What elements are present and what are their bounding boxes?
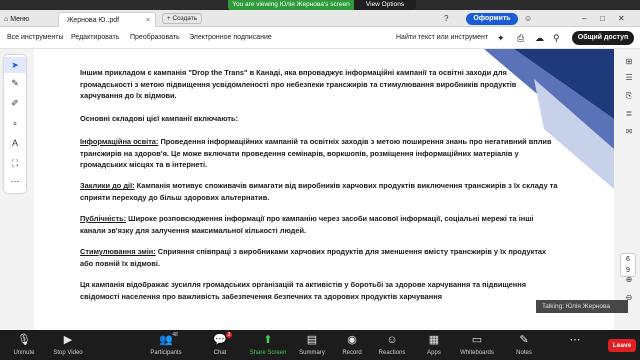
unmute-button[interactable]: 🎙 Unmute <box>2 330 46 360</box>
pen-icon[interactable]: ✐ <box>4 95 26 111</box>
menu-tab[interactable]: ⌂ Меню <box>4 12 38 27</box>
paragraph-conclusion: Ця кампанія відображає зусилля громадськ… <box>80 280 527 301</box>
item-heading: Інформаційна освіта: <box>80 137 159 146</box>
thumbnails-icon[interactable]: ☰ <box>618 73 640 82</box>
apps-button[interactable]: ▦ Apps <box>412 330 456 360</box>
more-icon: ⋯ <box>569 334 581 346</box>
comment-icon[interactable]: ✎ <box>4 75 26 91</box>
subscribe-button[interactable]: Оформить <box>466 13 518 25</box>
record-button[interactable]: ◉ Record <box>330 330 374 360</box>
share-screen-icon: ⬆ <box>263 334 273 346</box>
more-button[interactable]: ⋯ <box>560 330 590 360</box>
edit-menu[interactable]: Редактировать <box>71 27 119 49</box>
minimize-icon[interactable]: – <box>582 10 586 27</box>
ai-assistant-icon[interactable]: ✦ <box>497 27 505 49</box>
list-item-education: Інформаційна освіта: Проведення інформац… <box>80 137 552 169</box>
text-box-icon[interactable]: A <box>4 135 26 151</box>
tab-bar: ⌂ Меню Жернова Ю..pdf × + Создать ? Оформ… <box>0 10 640 27</box>
link-icon[interactable]: ⚲ <box>553 27 560 49</box>
reactions-icon: ☺ <box>386 334 398 346</box>
participants-icon: 👥 <box>159 334 173 346</box>
list-item-change: Стимулювання змін: Сприяння співпраці з … <box>80 247 547 268</box>
chat-button[interactable]: 💬 3 Chat <box>198 330 242 360</box>
cloud-upload-icon[interactable]: ☁ <box>535 27 544 49</box>
esign-menu[interactable]: Электронное подписание <box>189 27 272 49</box>
pdf-page: Іншим прикладом є кампанія "Drop the Tra… <box>34 49 614 330</box>
share-screen-button[interactable]: ⬆ Share Screen <box>246 330 290 360</box>
right-rail: ⊞ ☰ ⎘ ≣ ✉ ⊕ ⊖ <box>618 49 640 330</box>
document-area: ➤ ✎ ✐ ∘ A ⛶ ⋯ Іншим прикладом є кампанія… <box>0 49 640 330</box>
summary-button[interactable]: ▤ Summary <box>290 330 334 360</box>
maximize-icon[interactable]: □ <box>600 10 605 27</box>
record-icon: ◉ <box>347 334 357 346</box>
document-tab[interactable]: Жернова Ю..pdf × <box>58 12 156 27</box>
whiteboards-button[interactable]: ▭ Whiteboards <box>452 330 502 360</box>
apps-icon: ▦ <box>428 334 440 346</box>
bookmark-icon[interactable]: ⊞ <box>618 57 640 66</box>
whiteboard-icon: ▭ <box>471 334 483 346</box>
share-document-button[interactable]: Общий доступ <box>572 31 634 45</box>
toolbar: Все инструменты Редактировать Преобразов… <box>0 27 640 49</box>
notes-icon: ✎ <box>519 334 529 346</box>
layers-icon[interactable]: ≣ <box>618 109 640 118</box>
list-item-calls: Заклики до дії: Кампанія мотивує спожива… <box>80 181 558 202</box>
print-icon[interactable]: ⎙ <box>517 27 524 49</box>
meeting-controls: 🎙 Unmute ▶ Stop Video 👥 48 Participants 💬 3 Ch… <box>0 330 640 360</box>
view-options-button[interactable]: View Options <box>354 0 416 10</box>
attachment-icon[interactable]: ⎘ <box>618 91 640 101</box>
viewing-status: You are viewing Юлія Жернова's screen <box>228 0 354 10</box>
close-icon[interactable]: × <box>146 13 150 28</box>
item-heading: Публічність: <box>80 214 127 223</box>
item-heading: Стимулювання змін: <box>80 247 156 256</box>
reactions-button[interactable]: ☺ Reactions <box>370 330 414 360</box>
more-icon[interactable]: ⋯ <box>4 173 26 189</box>
participants-button[interactable]: 👥 48 Participants <box>144 330 188 360</box>
list-item-publicity: Публічність: Широке розповсюдження інфор… <box>80 214 534 235</box>
search-tools-input[interactable]: Найти текст или инструмент <box>396 27 488 49</box>
microphone-muted-icon: 🎙 <box>17 334 31 346</box>
stamp-icon[interactable]: ⛶ <box>4 155 26 171</box>
convert-menu[interactable]: Преобразовать <box>130 27 180 49</box>
chat-icon: 💬 <box>213 334 227 346</box>
tools-rail: ➤ ✎ ✐ ∘ A ⛶ ⋯ <box>4 55 26 193</box>
comments-panel-icon[interactable]: ✉ <box>618 127 640 136</box>
page-number-indicator[interactable]: 69 <box>620 253 636 277</box>
help-icon[interactable]: ? <box>444 10 448 27</box>
select-icon[interactable]: ➤ <box>4 57 26 73</box>
video-camera-icon: ▶ <box>63 334 73 346</box>
new-tab-button[interactable]: + Создать <box>162 13 202 24</box>
leave-button[interactable]: Leave <box>608 339 636 352</box>
close-window-icon[interactable]: ✕ <box>618 10 625 27</box>
summary-icon: ▤ <box>306 334 318 346</box>
active-speaker-label: Talking: Юлія Жернова <box>536 300 628 313</box>
pdf-viewer-window: ⌂ Меню Жернова Ю..pdf × + Создать ? Оформ… <box>0 10 640 330</box>
all-tools-menu[interactable]: Все инструменты <box>7 27 64 49</box>
lasso-icon[interactable]: ∘ <box>4 115 26 131</box>
stop-video-button[interactable]: ▶ Stop Video <box>46 330 90 360</box>
notes-button[interactable]: ✎ Notes <box>502 330 546 360</box>
account-icon[interactable]: ☺ <box>524 10 532 27</box>
paragraph-components: Основні складові цієї кампанії включають… <box>80 114 239 123</box>
item-heading: Заклики до дії: <box>80 181 135 190</box>
paragraph-intro: Іншим прикладом є кампанія "Drop the Tra… <box>80 68 517 100</box>
